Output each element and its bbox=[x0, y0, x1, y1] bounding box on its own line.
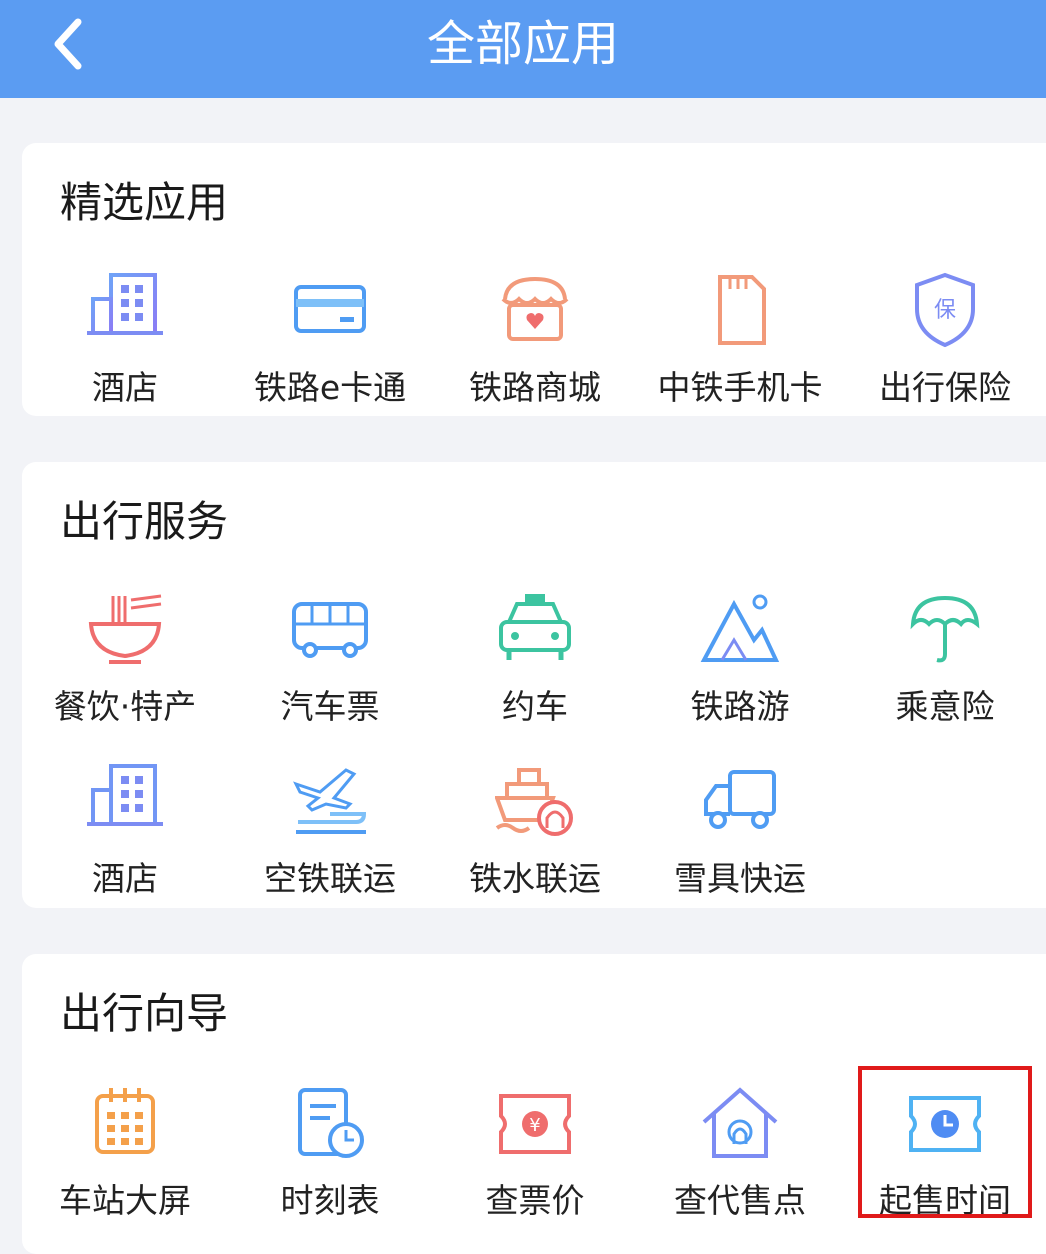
app-label: 出行保险 bbox=[879, 368, 1011, 407]
app-item-fare-query[interactable]: ¥ 查票价 bbox=[432, 1084, 638, 1220]
featured-apps-card: 精选应用 酒店 铁路e卡通 铁路商城 中铁手机卡 保 出行保险 bbox=[22, 143, 1046, 416]
app-item-rail-mall[interactable]: 铁路商城 bbox=[432, 271, 638, 407]
app-label: 汽车票 bbox=[280, 687, 380, 726]
app-item-travel-insurance[interactable]: 保 出行保险 bbox=[842, 271, 1046, 407]
app-item-accident-insurance[interactable]: 乘意险 bbox=[842, 590, 1046, 726]
noodle-bowl-icon bbox=[88, 594, 162, 664]
app-item-rail-ecard[interactable]: 铁路e卡通 bbox=[227, 271, 433, 407]
app-label: 乘意险 bbox=[895, 687, 995, 726]
house-icon bbox=[702, 1087, 778, 1158]
highlight-box bbox=[858, 1066, 1032, 1218]
section-title: 出行向导 bbox=[60, 989, 229, 1038]
truck-icon bbox=[704, 770, 776, 829]
app-item-bus-ticket[interactable]: 汽车票 bbox=[227, 590, 433, 726]
svg-text:¥: ¥ bbox=[529, 1115, 540, 1136]
app-item-station-screen[interactable]: 车站大屏 bbox=[22, 1084, 228, 1220]
calendar-icon bbox=[95, 1088, 155, 1154]
app-item-ski-express[interactable]: 雪具快运 bbox=[637, 762, 843, 898]
umbrella-icon bbox=[910, 595, 980, 663]
app-label: 雪具快运 bbox=[674, 859, 806, 898]
app-label: 酒店 bbox=[92, 368, 158, 407]
section-title: 精选应用 bbox=[60, 178, 229, 227]
app-label: 车站大屏 bbox=[59, 1181, 191, 1220]
card-icon bbox=[294, 285, 366, 333]
plane-train-icon bbox=[293, 768, 367, 834]
top-bar: 全部应用 bbox=[0, 0, 1046, 98]
timetable-icon bbox=[298, 1088, 364, 1158]
taxi-icon bbox=[499, 594, 571, 660]
app-label: 约车 bbox=[502, 687, 568, 726]
ship-icon bbox=[495, 768, 573, 836]
mountain-icon bbox=[700, 594, 780, 662]
travel-services-card: 出行服务 餐饮·特产 汽车票 约车 铁路游 乘意险 酒店 空铁联运 铁水联运 雪… bbox=[22, 462, 1046, 908]
app-label: 酒店 bbox=[92, 859, 158, 898]
section-title: 出行服务 bbox=[60, 497, 229, 546]
app-item-rail-water[interactable]: 铁水联运 bbox=[432, 762, 638, 898]
app-label: 空铁联运 bbox=[264, 859, 396, 898]
app-item-ride-hailing[interactable]: 约车 bbox=[432, 590, 638, 726]
bus-icon bbox=[292, 602, 368, 658]
app-item-timetable[interactable]: 时刻表 bbox=[227, 1084, 433, 1220]
app-item-hotel-2[interactable]: 酒店 bbox=[22, 762, 228, 898]
app-item-hotel[interactable]: 酒店 bbox=[22, 271, 228, 407]
app-item-agency-points[interactable]: 查代售点 bbox=[637, 1084, 843, 1220]
app-item-sim-card[interactable]: 中铁手机卡 bbox=[637, 271, 843, 407]
building-icon bbox=[87, 273, 163, 335]
app-item-rail-tour[interactable]: 铁路游 bbox=[637, 590, 843, 726]
app-label: 铁路商城 bbox=[469, 368, 601, 407]
app-label: 铁路游 bbox=[690, 687, 790, 726]
ticket-price-icon: ¥ bbox=[499, 1094, 571, 1154]
shield-icon: 保 bbox=[915, 272, 975, 348]
app-label: 中铁手机卡 bbox=[657, 368, 823, 407]
app-label: 铁水联运 bbox=[469, 859, 601, 898]
page-title: 全部应用 bbox=[426, 16, 619, 72]
sim-card-icon bbox=[718, 275, 766, 345]
app-label: 查票价 bbox=[485, 1181, 585, 1220]
app-label: 时刻表 bbox=[280, 1181, 380, 1220]
store-icon bbox=[501, 276, 569, 341]
app-label: 餐饮·特产 bbox=[53, 687, 197, 726]
app-label: 查代售点 bbox=[674, 1181, 806, 1220]
app-item-air-rail[interactable]: 空铁联运 bbox=[227, 762, 433, 898]
app-label: 铁路e卡通 bbox=[253, 368, 407, 407]
svg-text:保: 保 bbox=[934, 298, 956, 323]
app-item-food[interactable]: 餐饮·特产 bbox=[22, 590, 228, 726]
building-icon bbox=[87, 764, 163, 826]
